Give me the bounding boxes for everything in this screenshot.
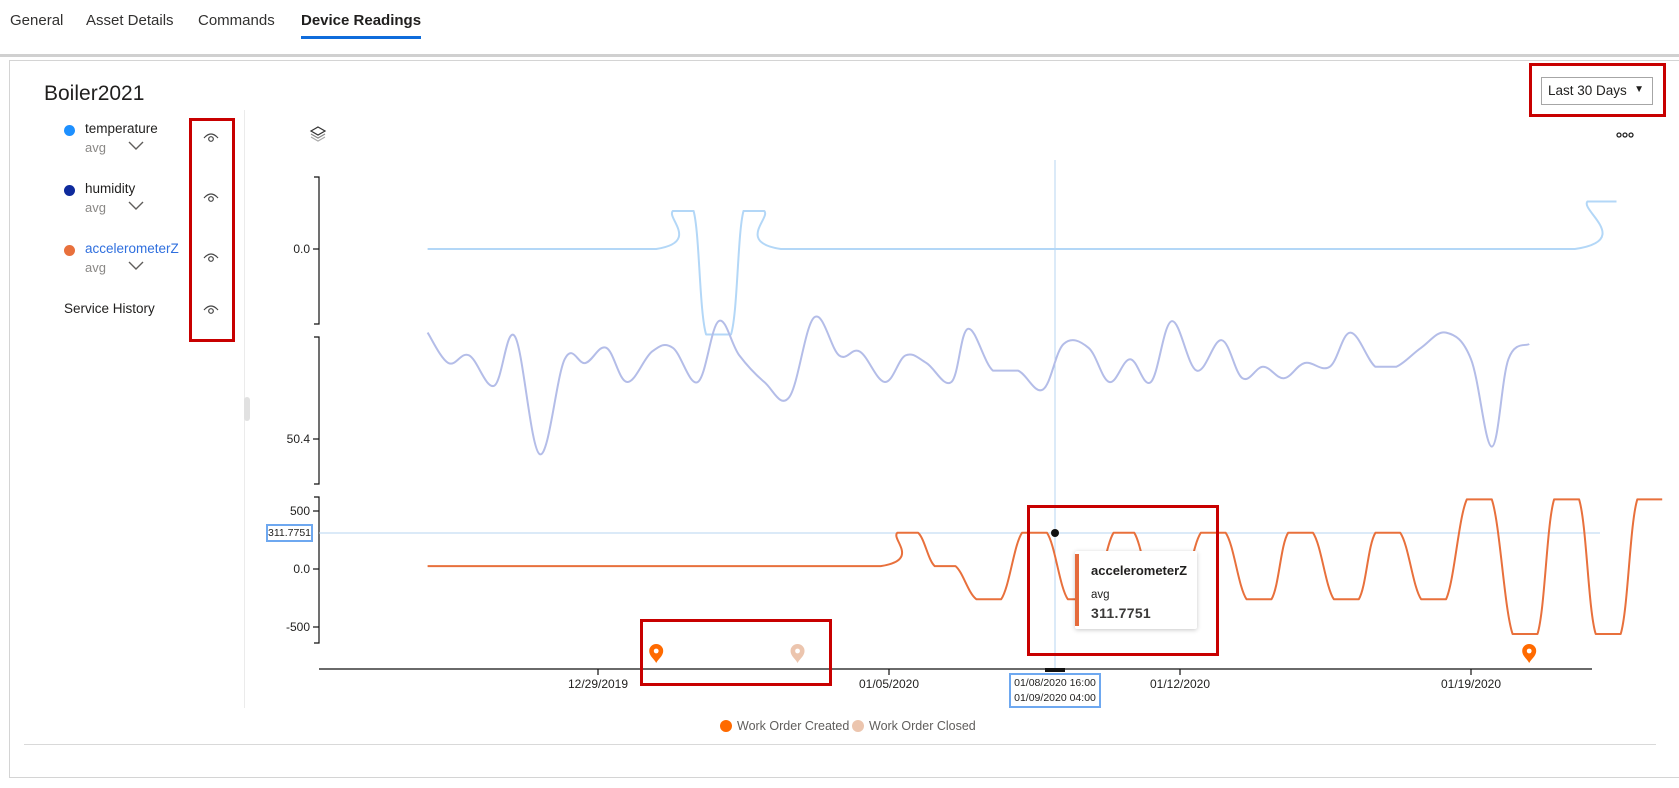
event-marker-center (795, 648, 800, 654)
hover-tooltip: accelerometerZ avg 311.7751 (1075, 551, 1197, 629)
tooltip-series-name: accelerometerZ (1091, 563, 1188, 578)
legend-dot (720, 720, 732, 732)
series-line-temperature (427, 200, 1617, 336)
x-tick-label: 01/19/2020 (1441, 677, 1501, 691)
event-marker-center (1526, 648, 1532, 654)
series-line-accelerometerZ (427, 498, 1663, 635)
tooltip-aggregate: avg (1091, 589, 1110, 601)
y-axis-lane-1 (314, 336, 320, 485)
y-tick-label-temperature: 0.0 (293, 242, 310, 256)
legend-label: Work Order Closed (869, 719, 976, 733)
tooltip-value: 311.7751 (1091, 605, 1152, 621)
hover-time-end: 01/09/2020 04:00 (1014, 692, 1096, 704)
event-marker-center (653, 648, 659, 654)
x-tick-label: 01/05/2020 (859, 677, 919, 691)
hover-value-label: 311.7751 (266, 524, 313, 542)
y-tick-label-accel: 500 (290, 504, 310, 518)
y-tick-label-humidity: 50.4 (287, 432, 311, 446)
map-pin-icon[interactable] (790, 644, 805, 663)
hover-time-label: 01/08/2020 16:00 01/09/2020 04:00 (1009, 673, 1101, 708)
hover-point (1051, 529, 1059, 537)
crosshair-axis-marker (1045, 668, 1065, 672)
event-marker[interactable] (790, 644, 805, 663)
hover-time-start: 01/08/2020 16:00 (1014, 677, 1096, 689)
tooltip-color-bar (1075, 554, 1079, 626)
y-axis-lane-0 (314, 176, 320, 325)
y-tick-label-accel: -500 (286, 620, 310, 634)
x-tick-label: 01/12/2020 (1150, 677, 1210, 691)
legend-label: Work Order Created (737, 719, 850, 733)
event-marker[interactable] (1522, 644, 1537, 663)
x-tick-label: 12/29/2019 (568, 677, 628, 691)
y-tick-label-accel: 0.0 (293, 562, 310, 576)
map-pin-icon[interactable] (649, 644, 664, 663)
legend-dot (852, 720, 864, 732)
map-pin-icon[interactable] (1522, 644, 1537, 663)
event-marker[interactable] (649, 644, 664, 663)
y-axis-lane-2 (314, 496, 320, 644)
line-chart: 0.0 50.4 500 0.0 -500 12/29/2019 01/05/2020 01/… (286, 160, 1663, 691)
series-line-humidity (426, 315, 1530, 456)
